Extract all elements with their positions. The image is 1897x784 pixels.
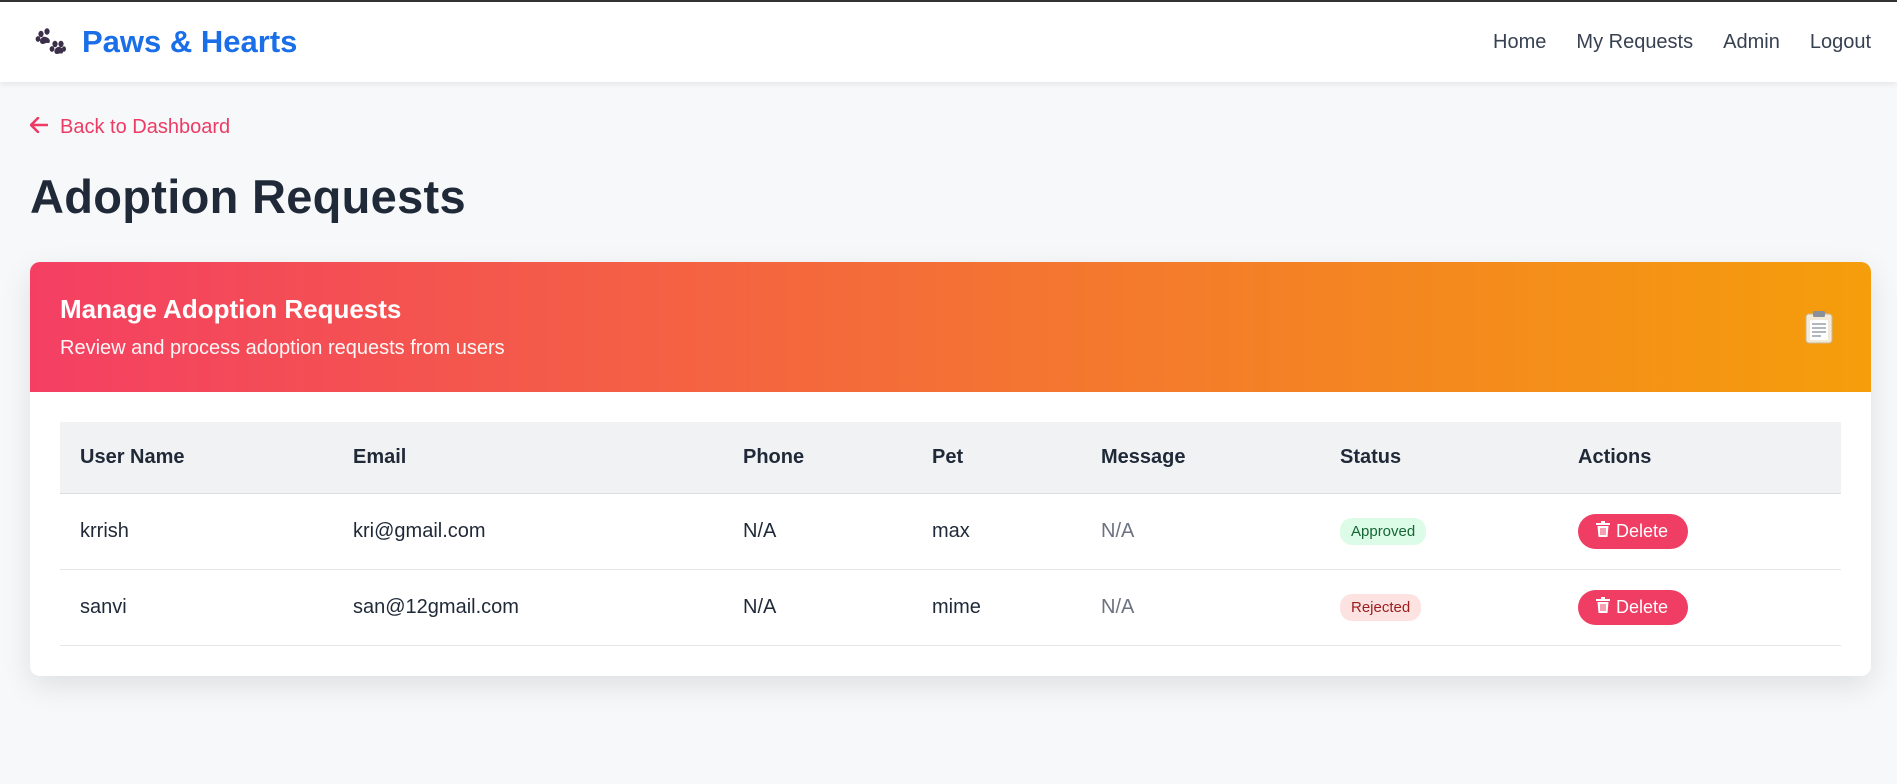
col-phone: Phone bbox=[723, 422, 912, 494]
arrow-left-icon bbox=[29, 116, 49, 139]
status-badge: Rejected bbox=[1340, 593, 1422, 621]
cell-email: san@12gmail.com bbox=[333, 569, 723, 646]
table-row: sanvi san@12gmail.com N/A mime N/A Rejec… bbox=[60, 569, 1841, 646]
paw-icon bbox=[32, 24, 68, 60]
requests-table: User Name Email Phone Pet Message Status… bbox=[60, 422, 1841, 646]
cell-status: Rejected bbox=[1320, 569, 1558, 646]
nav-link-my-requests[interactable]: My Requests bbox=[1576, 31, 1693, 54]
cell-pet: mime bbox=[912, 569, 1081, 646]
cell-user: sanvi bbox=[60, 569, 333, 646]
col-email: Email bbox=[333, 422, 723, 494]
trash-icon bbox=[1596, 520, 1610, 542]
back-link-label: Back to Dashboard bbox=[60, 116, 231, 138]
cell-email: kri@gmail.com bbox=[333, 493, 723, 570]
cell-message: N/A bbox=[1081, 493, 1320, 570]
col-pet: Pet bbox=[912, 422, 1081, 494]
status-badge: Approved bbox=[1340, 517, 1427, 545]
nav-link-home[interactable]: Home bbox=[1493, 31, 1546, 54]
brand-name: Paws & Hearts bbox=[82, 24, 298, 59]
delete-button[interactable]: Delete bbox=[1578, 513, 1689, 549]
table-header-row: User Name Email Phone Pet Message Status… bbox=[60, 422, 1841, 494]
cell-phone: N/A bbox=[723, 493, 912, 570]
table-row: krrish kri@gmail.com N/A max N/A Approve… bbox=[60, 493, 1841, 570]
cell-pet: max bbox=[912, 493, 1081, 570]
cell-status: Approved bbox=[1320, 493, 1558, 570]
clipboard-icon bbox=[1805, 310, 1833, 349]
col-actions: Actions bbox=[1558, 422, 1841, 494]
col-user-name: User Name bbox=[60, 422, 333, 494]
back-to-dashboard-link[interactable]: Back to Dashboard bbox=[29, 116, 231, 139]
col-message: Message bbox=[1081, 422, 1320, 494]
cell-user: krrish bbox=[60, 493, 333, 570]
delete-button-label: Delete bbox=[1616, 596, 1669, 617]
cell-actions: Delete bbox=[1558, 493, 1841, 570]
delete-button-label: Delete bbox=[1616, 520, 1669, 541]
trash-icon bbox=[1596, 596, 1610, 618]
nav-link-admin[interactable]: Admin bbox=[1723, 31, 1780, 54]
table-wrapper: User Name Email Phone Pet Message Status… bbox=[30, 392, 1871, 676]
card-title: Manage Adoption Requests bbox=[60, 294, 402, 324]
nav-links: Home My Requests Admin Logout bbox=[1493, 31, 1871, 54]
page-title: Adoption Requests bbox=[30, 170, 466, 223]
cell-message: N/A bbox=[1081, 569, 1320, 646]
main-content: Back to Dashboard Adoption Requests Mana… bbox=[0, 82, 1897, 676]
col-status: Status bbox=[1320, 422, 1558, 494]
delete-button[interactable]: Delete bbox=[1578, 589, 1689, 625]
card-subtitle: Review and process adoption requests fro… bbox=[60, 337, 505, 359]
navbar: Paws & Hearts Home My Requests Admin Log… bbox=[0, 2, 1897, 82]
nav-link-logout[interactable]: Logout bbox=[1810, 31, 1871, 54]
cell-actions: Delete bbox=[1558, 569, 1841, 646]
card-header: Manage Adoption Requests Review and proc… bbox=[30, 262, 1871, 392]
brand[interactable]: Paws & Hearts bbox=[32, 24, 297, 60]
requests-card: Manage Adoption Requests Review and proc… bbox=[30, 262, 1871, 676]
cell-phone: N/A bbox=[723, 569, 912, 646]
